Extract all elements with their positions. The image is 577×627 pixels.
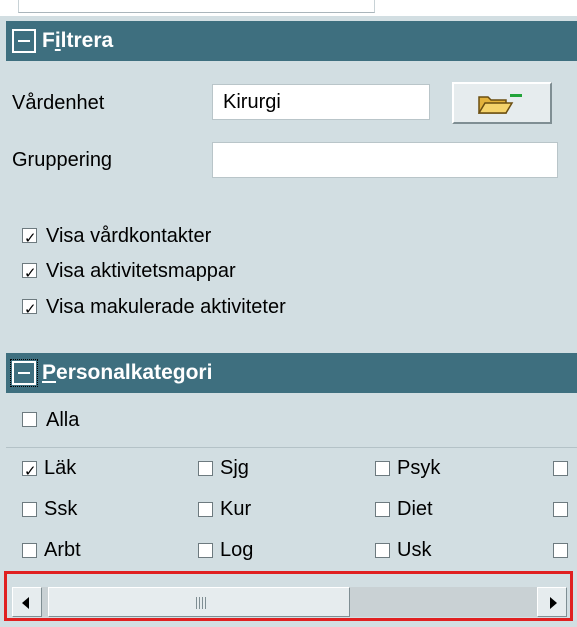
- personal-section-header[interactable]: Personalkategori: [6, 353, 577, 393]
- checkbox-box[interactable]: [22, 502, 37, 518]
- checkbox-box[interactable]: [22, 296, 37, 322]
- category-ssk[interactable]: Ssk: [22, 496, 77, 522]
- checkbox-box[interactable]: [198, 461, 213, 477]
- gruppering-select[interactable]: [212, 142, 558, 178]
- category-psyk[interactable]: Psyk: [375, 455, 440, 481]
- checkbox-box[interactable]: [375, 543, 390, 559]
- checkbox-box[interactable]: [375, 461, 390, 477]
- filter-section-title: Filtrera: [42, 29, 114, 52]
- checkbox-box[interactable]: [553, 502, 568, 518]
- checkbox-box[interactable]: [198, 543, 213, 559]
- top-strip: [0, 0, 577, 16]
- vardenhet-field[interactable]: Kirurgi: [212, 84, 430, 120]
- checkbox-box[interactable]: [375, 502, 390, 518]
- top-tab-edge: [18, 0, 375, 13]
- category-sjg[interactable]: Sjg: [198, 455, 249, 481]
- category-hidden-1[interactable]: [553, 455, 568, 481]
- checkbox-box[interactable]: [22, 412, 37, 428]
- checkbox-box[interactable]: [198, 502, 213, 518]
- category-hidden-3[interactable]: [553, 537, 568, 563]
- filter-section-header[interactable]: Filtrera: [6, 21, 577, 61]
- category-arbt[interactable]: Arbt: [22, 537, 81, 563]
- divider: [6, 447, 577, 448]
- checkbox-box[interactable]: [553, 461, 568, 477]
- category-log[interactable]: Log: [198, 537, 253, 563]
- category-hidden-2[interactable]: [553, 496, 568, 522]
- folder-open-icon: [478, 94, 522, 114]
- checkbox-box[interactable]: [22, 260, 37, 286]
- vardenhet-label: Vårdenhet: [12, 92, 105, 114]
- checkbox-box[interactable]: [22, 225, 37, 251]
- visa-aktivitetsmappar-checkbox[interactable]: Visa aktivitetsmappar: [22, 257, 236, 286]
- scrollbar-highlight: [4, 571, 573, 621]
- visa-vardkontakter-checkbox[interactable]: Visa vårdkontakter: [22, 222, 211, 251]
- checkbox-box[interactable]: [22, 458, 37, 484]
- personal-section-title: Personalkategori: [42, 361, 213, 384]
- vardenhet-browse-button[interactable]: [452, 82, 552, 124]
- checkbox-box[interactable]: [22, 543, 37, 559]
- category-lak[interactable]: Läk: [22, 455, 76, 484]
- collapse-minus-icon[interactable]: [12, 29, 36, 53]
- category-kur[interactable]: Kur: [198, 496, 251, 522]
- collapse-minus-icon[interactable]: [10, 359, 38, 387]
- checkbox-box[interactable]: [553, 543, 568, 559]
- gruppering-label: Gruppering: [12, 149, 113, 171]
- visa-makulerade-checkbox[interactable]: Visa makulerade aktiviteter: [22, 293, 286, 322]
- alla-checkbox[interactable]: Alla: [22, 406, 79, 433]
- category-diet[interactable]: Diet: [375, 496, 433, 522]
- category-usk[interactable]: Usk: [375, 537, 431, 563]
